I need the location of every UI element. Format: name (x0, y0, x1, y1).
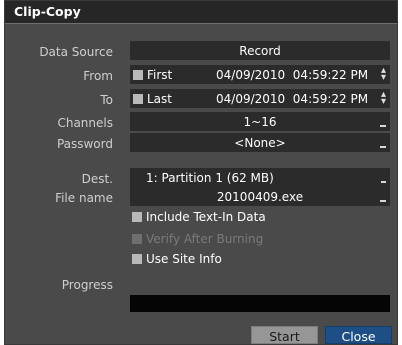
clip-copy-dialog: Clip-Copy Data Source Record From First … (4, 0, 398, 345)
edit-dash-icon (380, 146, 386, 148)
channels-label: Channels (57, 116, 113, 130)
verify-after-burning-checkbox: Verify After Burning (132, 232, 263, 246)
dest-label: Dest. (81, 172, 113, 186)
file-name-field[interactable]: 20100409.exe (130, 187, 390, 206)
dest-value: 1: Partition 1 (62 MB) (146, 171, 274, 185)
close-button[interactable]: Close (325, 326, 392, 344)
progress-label: Progress (61, 278, 113, 292)
checkbox-icon (132, 254, 142, 264)
data-source-label: Data Source (39, 45, 113, 59)
from-field[interactable]: First 04/09/2010 04:59:22 PM ▴ ▾ (130, 65, 390, 84)
from-mode-label: First (147, 68, 173, 82)
spin-arrows-icon[interactable]: ▴ ▾ (381, 66, 386, 83)
data-source-value: Record (239, 44, 281, 58)
from-datetime[interactable]: 04/09/2010 04:59:22 PM (216, 68, 368, 82)
data-source-field[interactable]: Record (130, 41, 390, 60)
to-last-toggle[interactable]: Last (133, 92, 172, 106)
checkbox-icon (132, 212, 142, 222)
include-text-in-checkbox[interactable]: Include Text-In Data (132, 210, 266, 224)
channels-field[interactable]: 1~16 (130, 112, 390, 131)
edit-dash-icon (380, 200, 386, 202)
title-bar: Clip-Copy (5, 1, 397, 24)
checkbox-icon (132, 234, 142, 244)
edit-dash-icon (380, 125, 386, 127)
password-label: Password (56, 137, 113, 151)
file-name-label: File name (55, 191, 113, 205)
to-mode-label: Last (147, 92, 172, 106)
dialog-title: Clip-Copy (14, 4, 81, 19)
include-text-in-label: Include Text-In Data (146, 210, 266, 224)
from-label: From (83, 69, 113, 83)
checkbox-icon (133, 94, 143, 104)
password-field[interactable]: <None> (130, 133, 390, 152)
to-label: To (100, 93, 113, 107)
dropdown-icon (381, 181, 386, 183)
start-button[interactable]: Start (251, 326, 318, 344)
progress-bar (130, 295, 390, 312)
to-datetime[interactable]: 04/09/2010 04:59:22 PM (216, 92, 368, 106)
use-site-info-label: Use Site Info (146, 252, 222, 266)
spin-arrows-icon[interactable]: ▴ ▾ (381, 90, 386, 107)
password-value: <None> (234, 136, 286, 150)
from-first-toggle[interactable]: First (133, 68, 172, 82)
dest-field[interactable]: 1: Partition 1 (62 MB) (130, 168, 390, 187)
to-field[interactable]: Last 04/09/2010 04:59:22 PM ▴ ▾ (130, 89, 390, 108)
checkbox-icon (133, 70, 143, 80)
use-site-info-checkbox[interactable]: Use Site Info (132, 252, 222, 266)
file-name-value: 20100409.exe (216, 190, 304, 204)
channels-value: 1~16 (243, 115, 277, 129)
verify-after-burning-label: Verify After Burning (146, 232, 264, 246)
